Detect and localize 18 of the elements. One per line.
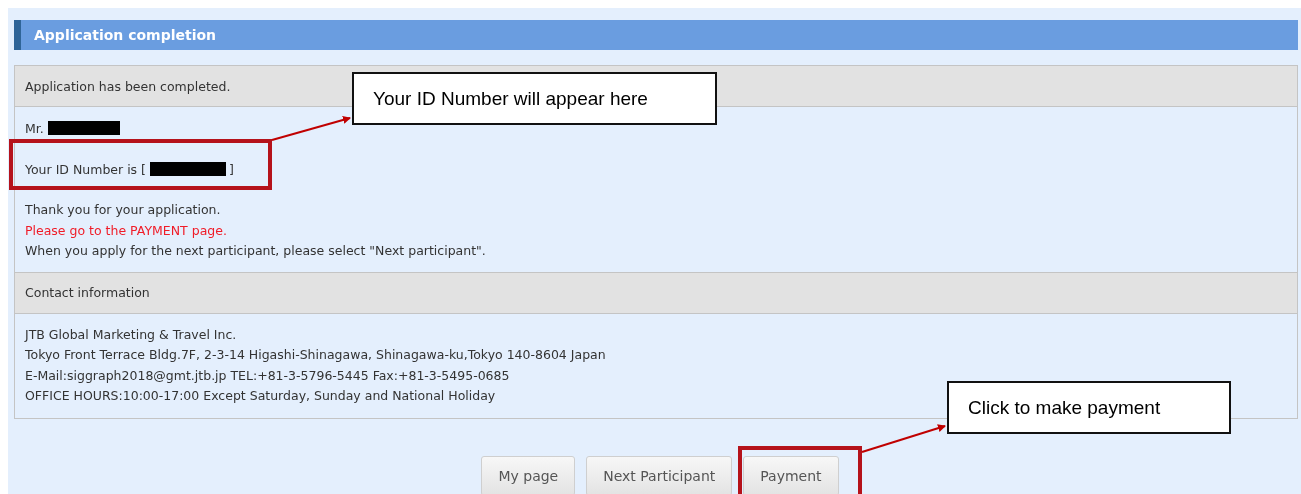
- contact-line: Tokyo Front Terrace Bldg.7F, 2-3-14 Higashi-Shinagawa, Shinagawa-ku,Tokyo 140-8604 Japan: [25, 346, 607, 364]
- id-label: Your ID Number is [: [25, 161, 146, 177]
- contact-heading: Contact information: [25, 285, 150, 300]
- nav-button[interactable]: Next Participant: [586, 455, 733, 494]
- message-text: When you apply for the next participant, please select "Next participant".: [25, 242, 487, 260]
- salutation: Mr.: [25, 120, 44, 136]
- nav-button[interactable]: My page: [481, 455, 576, 494]
- contact-line: JTB Global Marketing & Travel Inc.: [25, 325, 238, 344]
- section-header: Application completion: [14, 20, 1298, 50]
- id-bracket: ]: [228, 161, 234, 177]
- callout-note: Your ID Number will appear here: [352, 72, 717, 125]
- message-text: Thank you for your application.: [25, 201, 222, 219]
- callout-note: Click to make payment: [947, 381, 1231, 434]
- contact-line: OFFICE HOURS:10:00-17:00 Except Saturday, Sunday and National Holiday: [25, 387, 497, 405]
- nav-button[interactable]: Payment: [743, 455, 839, 494]
- alert-message: Please go to the PAYMENT page.: [25, 221, 228, 240]
- status-text: Application has been completed.: [25, 78, 231, 94]
- contact-line: E-Mail:siggraph2018@gmt.jtb.jp TEL:+81-3-5796-5445 Fax:+81-3-5495-0685: [25, 366, 511, 385]
